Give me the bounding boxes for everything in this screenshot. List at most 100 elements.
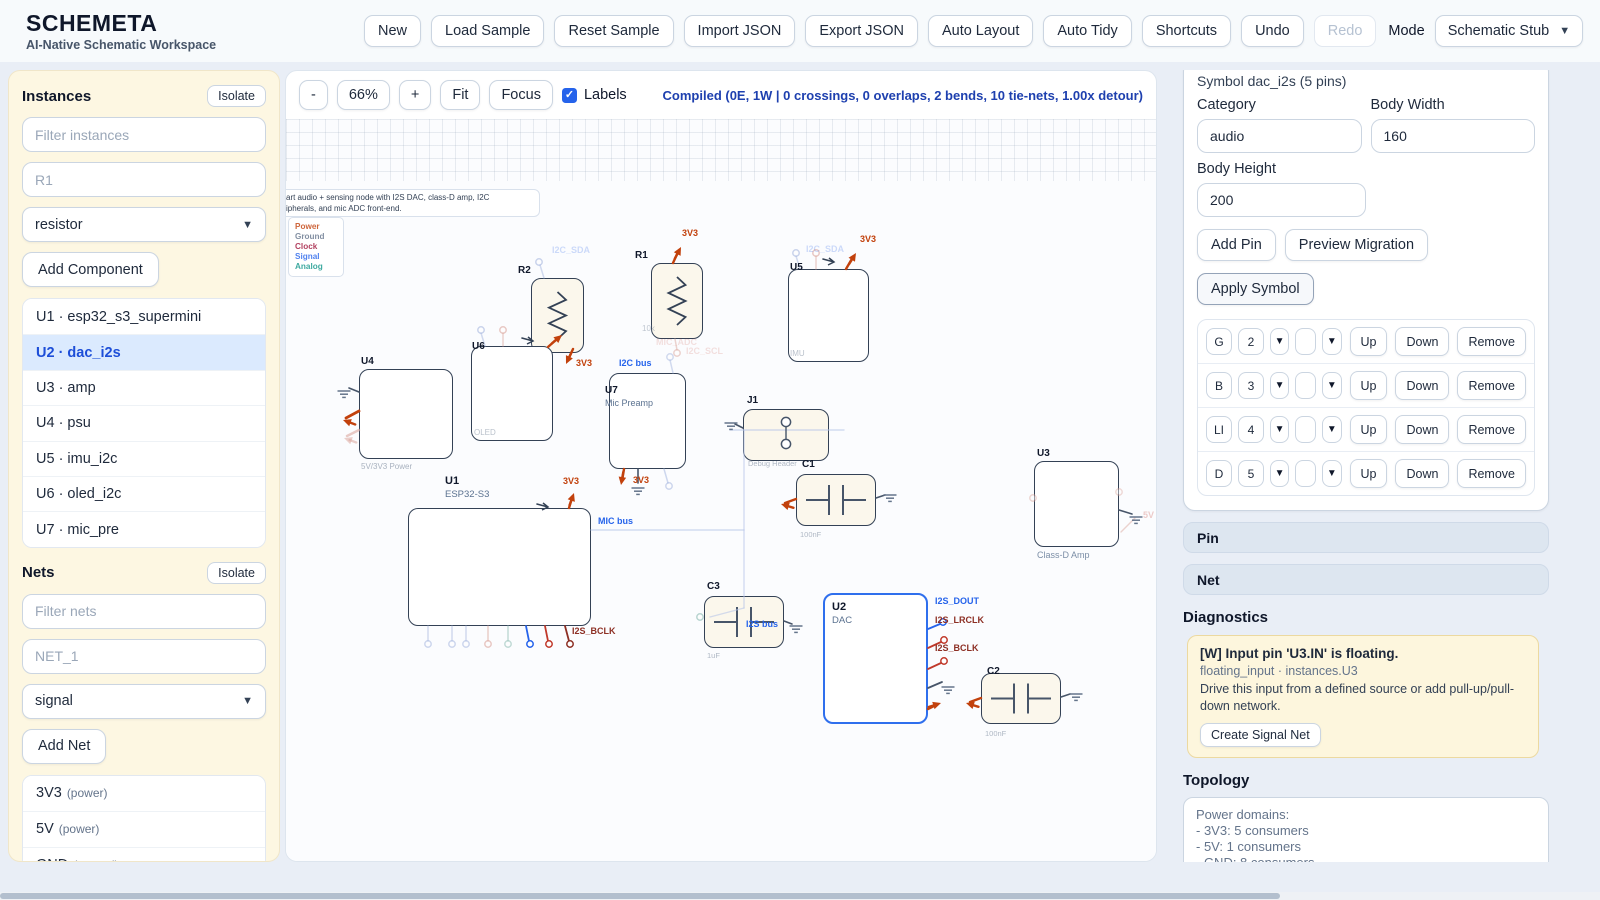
schematic-canvas[interactable]: art audio + sensing node with I2S DAC, c… xyxy=(286,119,1156,861)
pin-kind-select[interactable]: ▼ xyxy=(1322,328,1342,355)
filter-nets-input[interactable] xyxy=(22,593,266,629)
undo-button[interactable]: Undo xyxy=(1241,15,1304,47)
component-U7[interactable] xyxy=(609,373,686,469)
schematic-label: U1 xyxy=(445,475,460,487)
reset-sample-button[interactable]: Reset Sample xyxy=(554,15,674,47)
pin-down-button[interactable]: Down xyxy=(1395,371,1450,400)
import-json-button[interactable]: Import JSON xyxy=(683,15,796,47)
filter-instances-input[interactable] xyxy=(22,117,266,152)
load-sample-button[interactable]: Load Sample xyxy=(431,15,545,47)
pin-up-button[interactable]: Up xyxy=(1349,327,1388,356)
net-item[interactable]: GND(ground) xyxy=(23,846,265,861)
pin-extra-input[interactable] xyxy=(1295,372,1317,399)
fit-button[interactable]: Fit xyxy=(440,80,481,110)
pin-number-input[interactable] xyxy=(1238,328,1264,355)
pin-circle xyxy=(477,326,485,334)
pin-extra-input[interactable] xyxy=(1295,416,1317,443)
pin-up-button[interactable]: Up xyxy=(1349,415,1388,444)
pin-kind-select[interactable]: ▼ xyxy=(1322,416,1342,443)
pin-extra-input[interactable] xyxy=(1295,328,1317,355)
auto-layout-button[interactable]: Auto Layout xyxy=(927,15,1034,47)
component-U4[interactable] xyxy=(359,369,453,459)
pin-section-header[interactable]: Pin xyxy=(1183,522,1549,553)
scrollbar-thumb[interactable] xyxy=(0,893,1280,899)
pin-down-button[interactable]: Down xyxy=(1395,327,1450,356)
pin-side-select[interactable]: ▼ xyxy=(1270,416,1290,443)
component-U3[interactable] xyxy=(1034,461,1119,547)
shortcuts-button[interactable]: Shortcuts xyxy=(1141,15,1232,47)
preview-migration-button[interactable]: Preview Migration xyxy=(1284,229,1429,261)
pin-side-select[interactable]: ▼ xyxy=(1270,372,1290,399)
instance-item[interactable]: U1 · esp32_s3_supermini xyxy=(23,299,265,335)
pin-extra-input[interactable] xyxy=(1295,460,1317,487)
zoom-level-button[interactable]: 66% xyxy=(336,80,390,110)
instance-item[interactable]: U5 · imu_i2c xyxy=(23,440,265,476)
pin-side-select[interactable]: ▼ xyxy=(1270,460,1290,487)
pin-remove-button[interactable]: Remove xyxy=(1457,327,1526,356)
instance-item[interactable]: U4 · psu xyxy=(23,405,265,441)
schematic-note[interactable]: art audio + sensing node with I2S DAC, c… xyxy=(286,189,540,217)
add-component-button[interactable]: Add Component xyxy=(22,252,159,287)
instance-item[interactable]: U3 · amp xyxy=(23,369,265,406)
component-J1[interactable] xyxy=(743,409,829,461)
pin-number-input[interactable] xyxy=(1238,372,1264,399)
pin-circle xyxy=(792,249,800,257)
pin-number-input[interactable] xyxy=(1238,460,1264,487)
nets-isolate-button[interactable]: Isolate xyxy=(207,561,266,584)
component-R1[interactable] xyxy=(651,263,703,339)
labels-checkbox[interactable]: ✓ xyxy=(561,87,577,103)
component-U6[interactable] xyxy=(471,346,553,441)
export-json-button[interactable]: Export JSON xyxy=(805,15,918,47)
pin-kind-select[interactable]: ▼ xyxy=(1322,372,1342,399)
zoom-in-button[interactable]: + xyxy=(398,80,432,110)
component-type-select[interactable]: resistor ▼ xyxy=(22,207,266,242)
auto-tidy-button[interactable]: Auto Tidy xyxy=(1043,15,1132,47)
pin-name-input[interactable] xyxy=(1206,460,1232,487)
body-height-input[interactable] xyxy=(1197,183,1366,217)
instance-item[interactable]: U2 · dac_i2s xyxy=(23,334,265,370)
pin-up-button[interactable]: Up xyxy=(1349,459,1388,488)
net-name-input[interactable] xyxy=(22,638,266,674)
pin-name-input[interactable] xyxy=(1206,328,1232,355)
component-U1[interactable] xyxy=(408,508,591,626)
create-signal-net-button[interactable]: Create Signal Net xyxy=(1200,722,1321,747)
pin-remove-button[interactable]: Remove xyxy=(1457,415,1526,444)
focus-button[interactable]: Focus xyxy=(489,80,553,110)
schematic-label: I2S_LRCLK xyxy=(935,615,985,625)
component-C1[interactable] xyxy=(796,474,876,526)
pin-kind-select[interactable]: ▼ xyxy=(1322,460,1342,487)
pin-number-input[interactable] xyxy=(1238,416,1264,443)
pin-remove-button[interactable]: Remove xyxy=(1457,459,1526,488)
instance-item[interactable]: U6 · oled_i2c xyxy=(23,475,265,512)
pin-name-input[interactable] xyxy=(1206,372,1232,399)
component-R2[interactable] xyxy=(531,278,584,353)
net-item[interactable]: 5V (power) xyxy=(23,811,265,847)
net-type-select[interactable]: signal ▼ xyxy=(22,683,266,719)
pin-remove-button[interactable]: Remove xyxy=(1457,371,1526,400)
instance-name-input[interactable] xyxy=(22,162,266,197)
body-width-input[interactable] xyxy=(1370,119,1535,153)
power-arrow-icon xyxy=(618,476,627,485)
pin-down-button[interactable]: Down xyxy=(1395,459,1450,488)
pin-name-input[interactable] xyxy=(1206,416,1232,443)
header-actions: New Load Sample Reset Sample Import JSON Exp… xyxy=(364,15,1377,47)
component-C2[interactable] xyxy=(981,673,1061,724)
pin-up-button[interactable]: Up xyxy=(1349,371,1388,400)
instance-item[interactable]: U7 · mic_pre xyxy=(23,511,265,547)
schematic-label: I2C_SDA xyxy=(806,244,845,254)
net-item[interactable]: 3V3 (power) xyxy=(23,775,265,812)
horizontal-scrollbar[interactable] xyxy=(0,892,1600,900)
new-button[interactable]: New xyxy=(364,15,422,47)
mode-select[interactable]: Schematic Stub ▼ xyxy=(1434,15,1584,47)
zoom-out-button[interactable]: - xyxy=(299,80,328,110)
schematic-label: 3V3 xyxy=(860,234,877,244)
add-net-button[interactable]: Add Net xyxy=(22,728,107,764)
add-pin-button[interactable]: Add Pin xyxy=(1197,229,1276,261)
instances-isolate-button[interactable]: Isolate xyxy=(207,85,266,107)
schematic-label: ESP32-S3 xyxy=(445,489,490,500)
net-section-header[interactable]: Net xyxy=(1183,564,1549,595)
apply-symbol-button[interactable]: Apply Symbol xyxy=(1197,273,1314,305)
category-input[interactable] xyxy=(1197,119,1362,153)
pin-down-button[interactable]: Down xyxy=(1395,415,1450,444)
pin-side-select[interactable]: ▼ xyxy=(1270,328,1290,355)
